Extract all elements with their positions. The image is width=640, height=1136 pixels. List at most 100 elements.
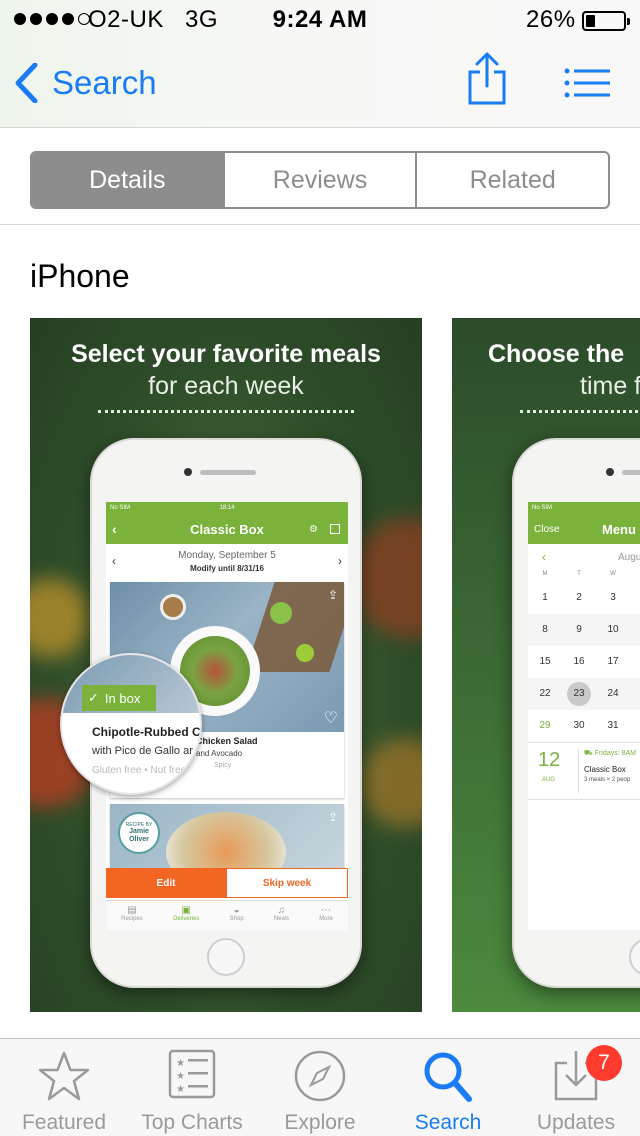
delivery-day: 12: [538, 749, 561, 771]
segmented-control: Details Reviews Related: [30, 151, 610, 209]
recipes-icon: ▤: [127, 905, 137, 916]
checkmark-icon: ✓: [88, 690, 99, 705]
meal-tags: Spicy: [214, 762, 232, 769]
zoom-tag-gluten: Gluten free: [92, 765, 142, 776]
menu-title: Menu C: [602, 521, 640, 537]
app-screenshot-2[interactable]: Choose the time f No SIM Close Menu C ‹ …: [452, 318, 640, 1012]
svg-text:★: ★: [176, 1071, 185, 1082]
home-button: [207, 938, 245, 976]
delivery-time: Fridays: 8AM: [594, 750, 636, 757]
zoom-magnifier: ✓ In box Chipotle-Rubbed C with Pico de …: [60, 653, 202, 795]
screenshot2-subline: time f: [580, 372, 640, 400]
calendar-week: 29 30 31: [539, 720, 619, 731]
tab-reviews[interactable]: Reviews: [222, 153, 416, 207]
screenshot2-headline: Choose the: [488, 340, 625, 368]
shop-icon: ◒: [233, 905, 240, 916]
chevron-left-icon: [15, 63, 38, 103]
camera-icon: [606, 468, 614, 476]
app-header: ‹ Classic Box ⚙: [106, 514, 348, 544]
next-arrow-icon: ›: [338, 554, 342, 568]
svg-text:★: ★: [176, 1058, 185, 1069]
tab-related[interactable]: Related: [415, 153, 608, 207]
in-box-badge: ✓ In box: [82, 685, 156, 711]
battery-percent: 26%: [526, 6, 576, 33]
app-tab-shop: Shop: [229, 916, 244, 922]
heart-icon: ♡: [323, 710, 338, 727]
app-tab-recipes: Recipes: [121, 916, 143, 922]
calendar-week: 15 16 17: [539, 656, 619, 667]
tab-label: Featured: [21, 1111, 107, 1134]
calendar-week: 8 9 10: [528, 614, 640, 646]
dotted-divider: [520, 410, 640, 413]
app-tab-more: More: [319, 916, 333, 922]
chef-badge: RECIPE BY Jamie Oliver: [118, 812, 160, 854]
app-header-2: Close Menu C: [528, 514, 640, 544]
bell-icon: ♫: [277, 905, 286, 916]
tab-details[interactable]: Details: [32, 153, 223, 207]
tab-label: Explore: [284, 1111, 356, 1134]
tab-featured[interactable]: Featured: [0, 1039, 128, 1136]
app-header-title: Classic Box: [190, 521, 264, 537]
list-icon[interactable]: [564, 68, 610, 98]
svg-text:★: ★: [176, 1084, 185, 1095]
tab-label: Search: [414, 1111, 482, 1134]
top-chrome: O2-UK 3G 9:24 AM 26% Search: [0, 0, 640, 128]
phone-mockup-2: No SIM Close Menu C ‹ Augu M T W 123 891…: [512, 438, 640, 988]
skip-week-button: Skip week: [226, 868, 348, 898]
tab-explore[interactable]: Explore: [256, 1039, 384, 1136]
tab-search[interactable]: Search: [384, 1039, 512, 1136]
app-tab-deliveries: Deliveries: [173, 916, 200, 922]
tab-top-charts[interactable]: ★ ★ ★ Top Charts: [128, 1039, 256, 1136]
app-status-time: 18:14: [219, 505, 235, 511]
app-date: Monday, September 5: [178, 550, 276, 561]
app-tab-news: News: [273, 916, 289, 922]
more-icon: ⋯: [321, 905, 332, 916]
delivery-row: 12 AUG ⛟ Fridays: 8AM Classic Box 3 meal…: [528, 742, 640, 800]
star-icon: [38, 1051, 90, 1101]
calendar-icon: [330, 524, 340, 534]
prev-month-icon: ‹: [542, 550, 546, 564]
app-modify: Modify until 8/31/16: [190, 564, 264, 573]
close-label: Close: [534, 523, 560, 535]
deliveries-icon: ▣: [181, 905, 191, 916]
prev-arrow-icon: ‹: [112, 554, 116, 568]
speaker: [622, 470, 640, 475]
back-button[interactable]: Search: [14, 60, 157, 106]
calendar-week: 123: [542, 592, 616, 603]
app-screenshot-1[interactable]: Select your favorite meals for each week…: [30, 318, 422, 1012]
tab-bar: Featured ★ ★ ★ Top Charts Explore Search: [0, 1038, 640, 1136]
app-store-detail-screen: O2-UK 3G 9:24 AM 26% Search Details Revi…: [0, 0, 640, 1136]
share-icon: ⇪: [327, 810, 338, 824]
back-label: Search: [52, 64, 157, 101]
delivery-meals: 3 meals × 2 peop: [584, 777, 631, 783]
updates-badge: 7: [586, 1045, 622, 1081]
truck-icon: ⛟: [584, 750, 593, 757]
home-button: [629, 938, 640, 976]
divider: [0, 224, 640, 225]
meal-title: Chicken Salad: [196, 736, 258, 746]
delivery-box: Classic Box: [584, 765, 626, 774]
share-icon[interactable]: [467, 52, 507, 106]
phone-screen-2: No SIM Close Menu C ‹ Augu M T W 123 891…: [528, 502, 640, 930]
tab-label: Updates: [536, 1111, 616, 1134]
screenshot-headline: Select your favorite meals: [71, 340, 381, 368]
settings-icon: ⚙: [309, 523, 318, 535]
battery-icon: [582, 11, 630, 31]
delivery-month: AUG: [542, 777, 556, 783]
weekday-row: M T W: [542, 571, 616, 577]
tab-updates[interactable]: Updates: [512, 1039, 640, 1136]
calendar-week: 22 23 24: [528, 678, 640, 710]
screenshot-subline: for each week: [148, 372, 304, 400]
dotted-divider: [98, 410, 354, 413]
zoom-meal-subtitle: with Pico de Gallo ar: [92, 745, 193, 757]
meal-subtitle: and Avocado: [196, 749, 243, 758]
back-chevron-icon: ‹: [112, 521, 117, 537]
app-status-carrier: No SIM: [532, 505, 553, 511]
camera-icon: [184, 468, 192, 476]
edit-button: Edit: [106, 868, 226, 898]
compass-icon: [294, 1050, 346, 1102]
list-icon: ★ ★ ★: [168, 1049, 216, 1099]
share-icon: ⇪: [327, 588, 338, 602]
speaker: [200, 470, 256, 475]
search-icon: [424, 1052, 472, 1102]
